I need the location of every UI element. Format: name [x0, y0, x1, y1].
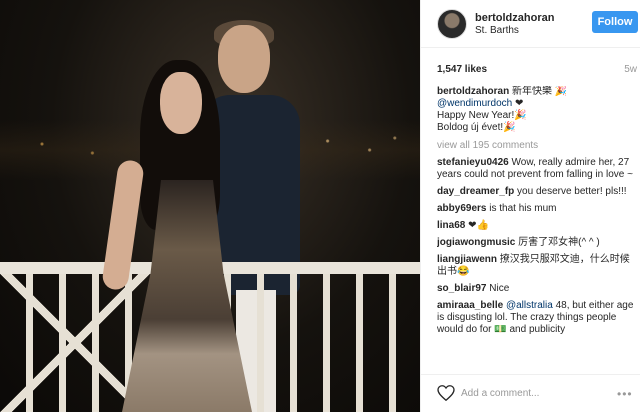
comment-username[interactable]: amiraaa_belle — [437, 300, 503, 311]
caption-line2: Happy New Year!🎉 — [437, 110, 527, 121]
comment-username[interactable]: day_dreamer_fp — [437, 186, 514, 197]
comment: day_dreamer_fp you deserve better! pls!!… — [437, 186, 635, 198]
comment: jogiawongmusic 厉害了邓女神(^ ^ ) — [437, 237, 635, 249]
comment: stefanieyu0426 Wow, really admire her, 2… — [437, 157, 635, 181]
likes-count[interactable]: 1,547 likes — [437, 64, 487, 75]
comment-mention[interactable]: @allstralia — [506, 300, 553, 311]
comment: so_blair97 Nice — [437, 283, 635, 295]
add-comment-input[interactable] — [461, 383, 601, 403]
comment: liangjiawenn 撩汉我只服邓文迪，什么时候出书😂 — [437, 254, 635, 278]
follow-button[interactable]: Follow — [592, 11, 638, 33]
comment: lina68 ❤👍 — [437, 220, 635, 232]
comment-username[interactable]: so_blair97 — [437, 283, 486, 294]
comment-username[interactable]: stefanieyu0426 — [437, 157, 509, 168]
comment-text: you deserve better! pls!!! — [514, 186, 627, 197]
comment: amiraaa_belle @allstralia 48, but either… — [437, 300, 635, 336]
post-age[interactable]: 5w — [624, 64, 637, 75]
comment-text: is that his mum — [486, 203, 557, 214]
header-location[interactable]: St. Barths — [475, 25, 519, 36]
comment-username[interactable]: lina68 — [437, 220, 465, 231]
caption-username[interactable]: bertoldzahoran — [437, 86, 509, 97]
likes-row: 1,547 likes 5w — [437, 64, 640, 78]
comment-text: ❤👍 — [465, 220, 489, 231]
post-photo[interactable] — [0, 0, 420, 412]
more-icon[interactable]: ••• — [617, 387, 633, 401]
comment-text: 厉害了邓女神(^ ^ ) — [515, 237, 600, 248]
comments-feed[interactable]: bertoldzahoran 新年快樂 🎉 @wendimurdoch ❤ Ha… — [437, 86, 635, 372]
comment: abby69ers is that his mum — [437, 203, 635, 215]
avatar[interactable] — [437, 9, 467, 39]
caption: bertoldzahoran 新年快樂 🎉 @wendimurdoch ❤ Ha… — [437, 86, 635, 134]
header-username[interactable]: bertoldzahoran — [475, 12, 554, 24]
caption-line1: 新年快樂 🎉 — [512, 86, 568, 97]
caption-mention-suffix: ❤ — [512, 98, 524, 109]
comment-username[interactable]: abby69ers — [437, 203, 486, 214]
caption-line3: Boldog új évet!🎉 — [437, 122, 516, 133]
heart-icon[interactable] — [437, 385, 455, 402]
comment-text: Nice — [486, 283, 510, 294]
post-side-panel: bertoldzahoran St. Barths Follow 1,547 l… — [420, 0, 640, 412]
post-header: bertoldzahoran St. Barths Follow — [421, 0, 640, 48]
woman-face — [160, 72, 202, 134]
man-head — [218, 25, 270, 93]
add-comment-bar: ••• — [421, 374, 640, 412]
comment-username[interactable]: liangjiawenn — [437, 254, 497, 265]
caption-mention[interactable]: @wendimurdoch — [437, 98, 512, 109]
comment-username[interactable]: jogiawongmusic — [437, 237, 515, 248]
view-all-comments-link[interactable]: view all 195 comments — [437, 140, 635, 152]
